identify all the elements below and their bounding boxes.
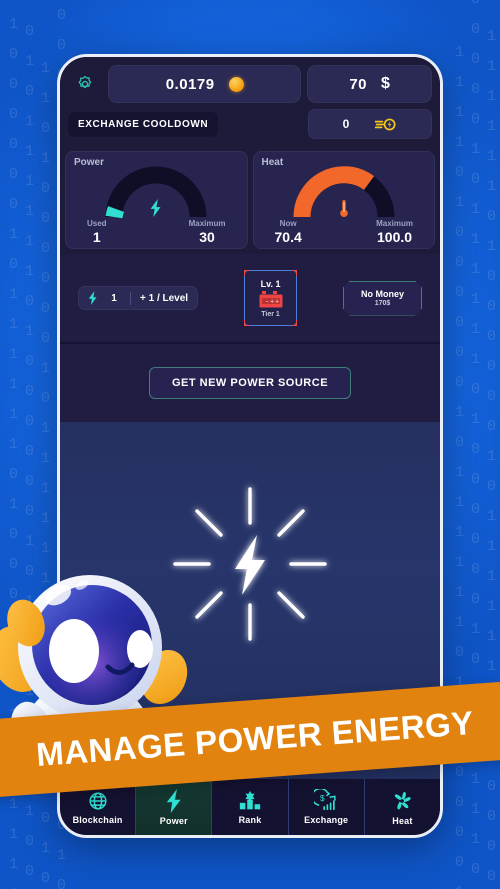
buy-upgrade-button[interactable]: No Money 170$ bbox=[343, 281, 422, 316]
nav-item-power[interactable]: Power bbox=[136, 779, 213, 835]
battery-level-card[interactable]: Lv. 1 - + + Tier 1 bbox=[244, 270, 298, 326]
corner-marker-tl bbox=[244, 270, 251, 276]
power-gauge-title: Power bbox=[74, 157, 105, 168]
speed-boost-icon bbox=[375, 118, 396, 130]
power-used-stat: Used 1 bbox=[87, 219, 107, 245]
podium-icon bbox=[239, 790, 261, 809]
svg-text:+: + bbox=[275, 298, 279, 306]
buy-button-title: No Money bbox=[360, 289, 404, 299]
heat-gauge-title: Heat bbox=[261, 157, 284, 168]
nav-label-rank: Rank bbox=[238, 814, 262, 825]
power-used-caption: Used bbox=[87, 219, 107, 228]
battery-level-label: Lv. 1 bbox=[260, 278, 281, 289]
get-new-power-source-button[interactable]: GET NEW POWER SOURCE bbox=[148, 367, 352, 399]
money-currency-symbol: $ bbox=[381, 75, 390, 92]
heat-gauge-labels: Now 70.4 Maximum 100.0 bbox=[253, 219, 436, 245]
gear-icon bbox=[78, 75, 92, 89]
nav-item-heat[interactable]: Heat bbox=[365, 779, 440, 835]
settings-button[interactable] bbox=[68, 67, 102, 101]
nav-label-blockchain: Blockchain bbox=[72, 814, 123, 825]
power-max-value: 30 bbox=[199, 229, 215, 245]
power-gauge-labels: Used 1 Maximum 30 bbox=[65, 219, 248, 245]
lightning-icon bbox=[88, 291, 97, 305]
coin-icon bbox=[228, 76, 244, 92]
top-bar: 0.0179 70 $ bbox=[60, 57, 440, 109]
corner-marker-tr bbox=[291, 270, 298, 276]
globe-icon bbox=[89, 791, 107, 810]
corner-marker-br bbox=[291, 320, 298, 326]
buy-button-price: 170$ bbox=[374, 300, 391, 307]
nav-label-exchange: Exchange bbox=[304, 815, 349, 825]
money-balance-value: 70 bbox=[349, 75, 368, 93]
power-max-caption: Maximum bbox=[188, 219, 226, 228]
power-chip-value: 1 bbox=[111, 292, 117, 304]
money-balance[interactable]: 70 $ bbox=[307, 65, 432, 103]
nav-label-heat: Heat bbox=[392, 815, 413, 826]
exchange-cooldown-label: EXCHANGE COOLDOWN bbox=[68, 111, 219, 137]
nav-label-power: Power bbox=[159, 815, 188, 826]
gauges-row: Power Used 1 Maximum 30 Heat Now 70.4 Ma… bbox=[60, 147, 440, 254]
svg-text:-: - bbox=[265, 298, 269, 306]
cooldown-value: 0 bbox=[342, 117, 350, 131]
svg-text:+: + bbox=[270, 298, 274, 306]
exchange-chart-icon: $ bbox=[314, 789, 336, 811]
cooldown-value-chip[interactable]: 0 bbox=[308, 109, 432, 139]
heat-now-stat: Now 70.4 bbox=[275, 219, 302, 245]
coin-balance[interactable]: 0.0179 bbox=[108, 65, 302, 103]
corner-marker-bl bbox=[244, 320, 251, 326]
promo-banner-text: MANAGE POWER ENERGY bbox=[34, 703, 475, 774]
heat-now-caption: Now bbox=[279, 219, 297, 228]
power-source-row: 1 + 1 / Level Lv. 1 - + + Tier 1 No Mone… bbox=[60, 254, 440, 344]
action-row: GET NEW POWER SOURCE bbox=[60, 344, 440, 422]
chip-divider bbox=[130, 291, 131, 305]
nav-item-exchange[interactable]: $ Exchange bbox=[289, 779, 365, 835]
exchange-cooldown-bar: EXCHANGE COOLDOWN 0 bbox=[60, 109, 440, 147]
power-used-value: 1 bbox=[92, 229, 101, 245]
power-per-level-value: + 1 / Level bbox=[140, 292, 189, 304]
nav-item-rank[interactable]: Rank bbox=[212, 779, 289, 835]
heat-max-caption: Maximum bbox=[376, 219, 413, 228]
lightning-icon bbox=[166, 788, 181, 813]
fan-icon bbox=[395, 791, 412, 809]
power-per-level-chip[interactable]: 1 + 1 / Level bbox=[78, 286, 199, 310]
heat-now-value: 70.4 bbox=[274, 229, 302, 245]
thermometer-icon bbox=[339, 199, 348, 218]
heat-max-stat: Maximum 100.0 bbox=[376, 219, 413, 245]
heat-max-value: 100.0 bbox=[377, 229, 413, 245]
heat-gauge-card: Heat Now 70.4 Maximum 100.0 bbox=[252, 151, 436, 249]
power-gauge-card: Power Used 1 Maximum 30 bbox=[65, 151, 248, 249]
battery-icon: - + + bbox=[259, 290, 283, 307]
power-max-stat: Maximum 30 bbox=[189, 219, 226, 245]
lightning-icon bbox=[150, 199, 161, 217]
svg-text:$: $ bbox=[320, 793, 325, 803]
coin-balance-value: 0.0179 bbox=[165, 75, 215, 93]
battery-tier-label: Tier 1 bbox=[261, 310, 280, 318]
